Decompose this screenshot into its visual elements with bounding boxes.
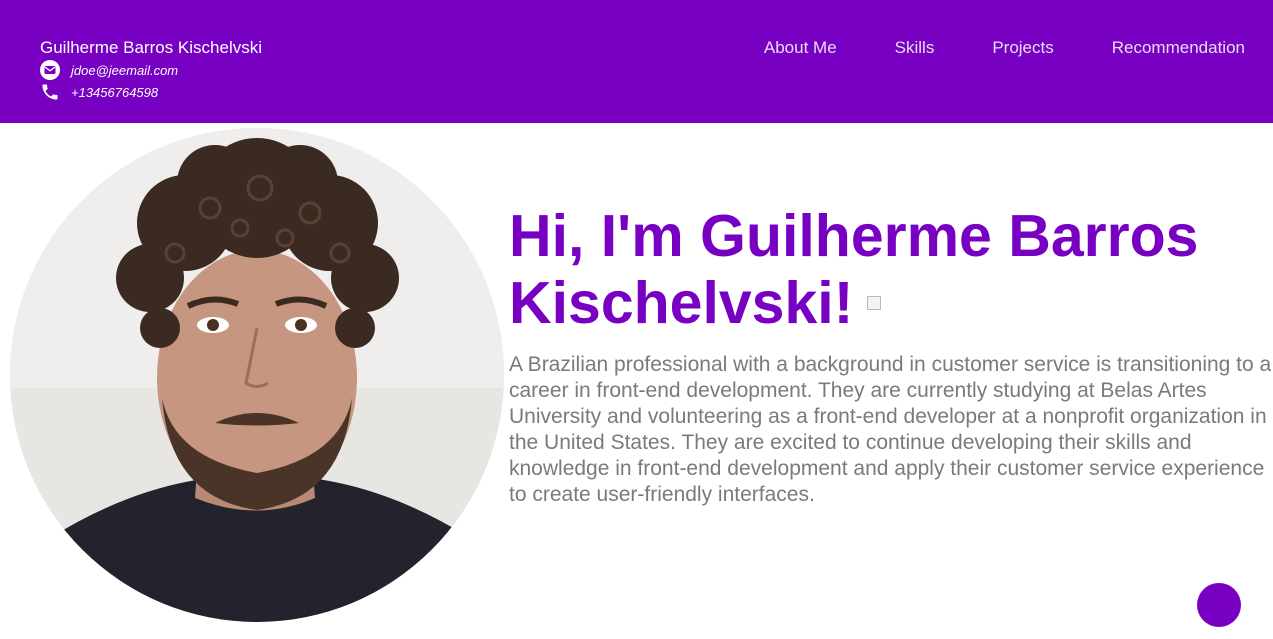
site-owner-name: Guilherme Barros Kischelvski — [40, 38, 263, 57]
nav-recommendation[interactable]: Recommendation — [1112, 38, 1245, 58]
hero-title: Hi, I'm Guilherme Barros Kischelvski! — [509, 203, 1249, 337]
nav-about-me[interactable]: About Me — [764, 38, 837, 58]
nav-skills[interactable]: Skills — [895, 38, 935, 58]
contact-phone[interactable]: +13456764598 — [40, 82, 158, 102]
waving-hand-image — [867, 296, 882, 311]
main-nav: About Me Skills Projects Recommendation — [706, 38, 1245, 58]
hero-description: A Brazilian professional with a backgrou… — [509, 353, 1272, 506]
floating-action-button[interactable] — [1197, 583, 1241, 627]
phone-icon — [40, 82, 60, 102]
site-header: Guilherme Barros Kischelvski jdoe@jeemai… — [0, 0, 1273, 123]
hero-title-text: Hi, I'm Guilherme Barros Kischelvski! — [509, 203, 1199, 336]
envelope-icon — [40, 60, 60, 80]
phone-text: +13456764598 — [71, 84, 159, 100]
contact-email[interactable]: jdoe@jeemail.com — [40, 60, 178, 80]
nav-projects[interactable]: Projects — [992, 38, 1053, 58]
profile-photo — [10, 128, 504, 622]
email-text: jdoe@jeemail.com — [71, 62, 179, 78]
